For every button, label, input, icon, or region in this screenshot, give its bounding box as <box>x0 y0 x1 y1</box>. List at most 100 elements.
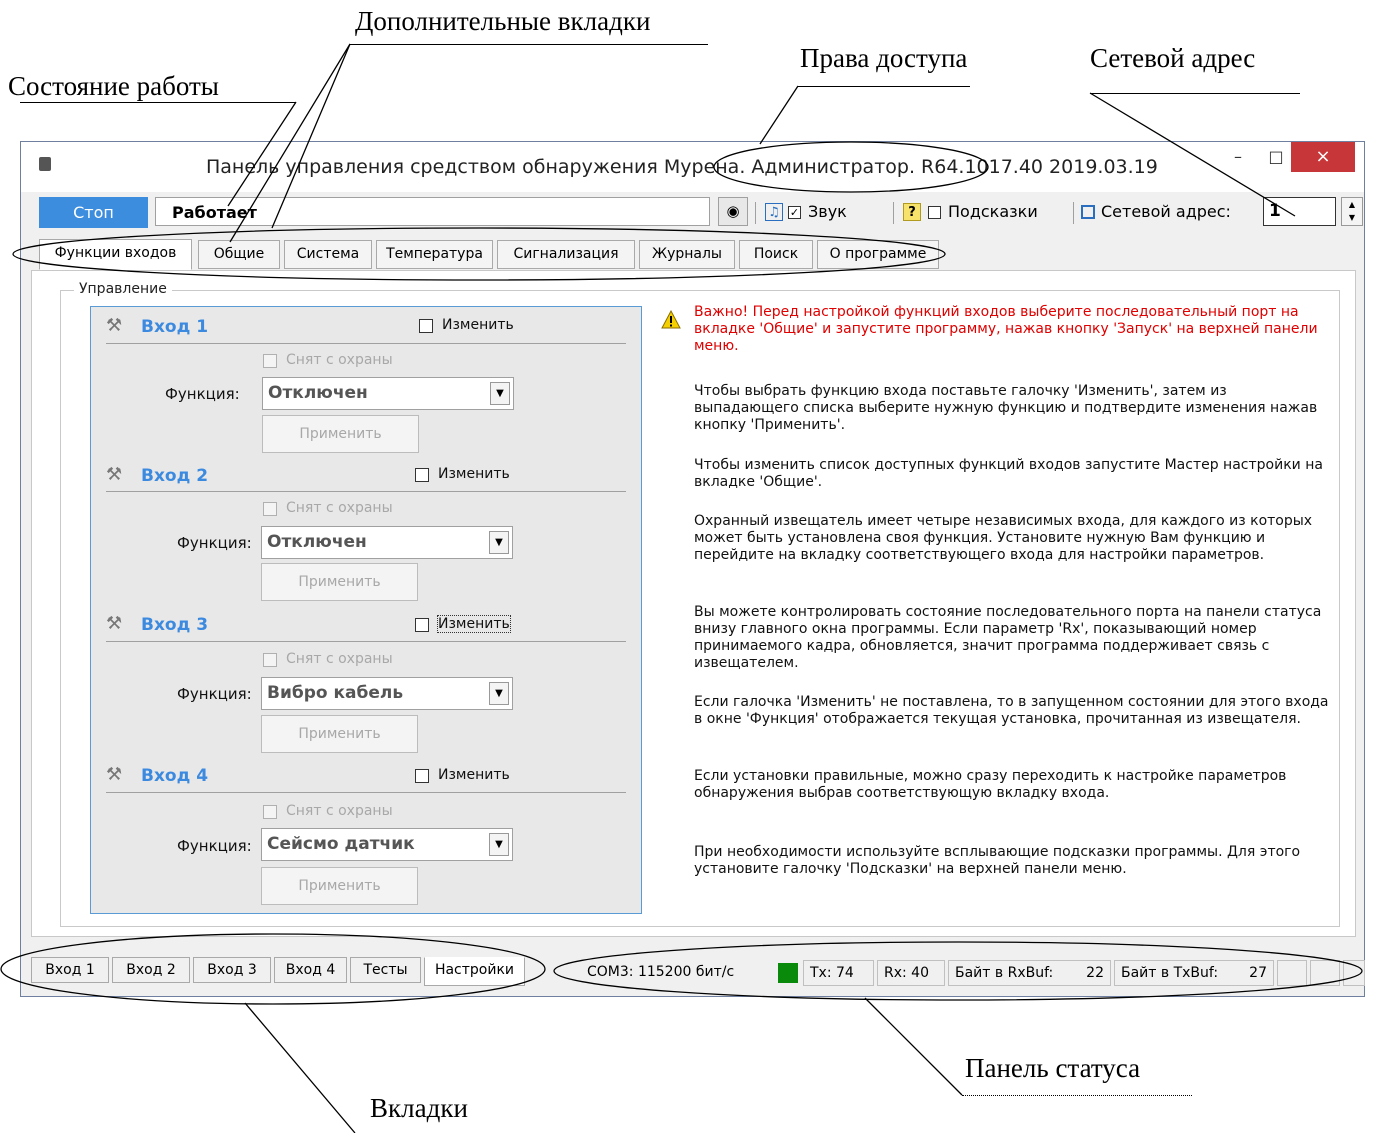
apply-button[interactable]: Применить <box>261 867 418 905</box>
disarmed-label: Снят с охраны <box>286 803 393 819</box>
change-label: Изменить <box>438 767 510 783</box>
help-paragraph: Охранный извещатель имеет четыре независ… <box>694 513 1313 563</box>
toolbar-separator <box>1073 202 1074 224</box>
net-address-input[interactable]: 1 <box>1263 197 1336 226</box>
disarmed-checkbox <box>263 354 277 368</box>
help-paragraph: Вы можете контролировать состояние после… <box>694 604 1322 671</box>
apply-button[interactable]: Применить <box>261 563 418 601</box>
close-button[interactable]: × <box>1291 142 1355 172</box>
annotation-work-state: Состояние работы <box>8 71 219 101</box>
function-select[interactable]: Отключен ▼ <box>262 377 514 410</box>
tab-alarm[interactable]: Сигнализация <box>497 240 635 269</box>
annotation-underline <box>20 102 296 103</box>
divider <box>106 343 626 344</box>
function-select[interactable]: Отключен ▼ <box>261 526 513 559</box>
net-address-spinner[interactable]: ▲ ▼ <box>1341 197 1363 226</box>
change-label: Изменить <box>437 615 511 633</box>
tab-input-3[interactable]: Вход 3 <box>193 957 271 983</box>
input-title: Вход 2 <box>141 466 209 486</box>
tab-input-2[interactable]: Вход 2 <box>112 957 190 983</box>
status-empty-cell <box>1310 960 1340 986</box>
function-select[interactable]: Вибро кабель ▼ <box>261 677 513 710</box>
tab-search[interactable]: Поиск <box>739 240 813 269</box>
tab-tests[interactable]: Тесты <box>350 957 421 983</box>
input-title: Вход 3 <box>141 615 209 635</box>
change-label: Изменить <box>442 317 514 333</box>
annotation-underline <box>350 44 708 45</box>
leader-line <box>759 85 799 145</box>
change-checkbox[interactable] <box>415 468 429 482</box>
apply-button[interactable]: Применить <box>261 715 418 753</box>
input-title: Вход 1 <box>141 317 209 337</box>
txbuf-label: Байт в TxBuf: <box>1121 965 1219 981</box>
warning-icon <box>661 310 681 329</box>
help-paragraph: Если галочка 'Изменить' не поставлена, т… <box>694 694 1329 727</box>
hints-checkbox[interactable] <box>928 206 941 219</box>
tab-input-4[interactable]: Вход 4 <box>274 957 347 983</box>
minimize-button[interactable]: – <box>1228 142 1248 172</box>
chevron-down-icon: ▼ <box>489 682 509 705</box>
apply-button[interactable]: Применить <box>262 415 419 453</box>
tab-input-functions[interactable]: Функции входов <box>39 239 192 270</box>
warning-text: Важно! Перед настройкой функций входов в… <box>694 304 1318 354</box>
tab-settings[interactable]: Настройки <box>424 957 525 986</box>
rxbuf-value: 22 <box>1086 965 1104 981</box>
annotation-tabs: Вкладки <box>370 1093 468 1123</box>
tab-input-1[interactable]: Вход 1 <box>31 957 109 983</box>
tab-general[interactable]: Общие <box>198 240 280 269</box>
tab-system[interactable]: Система <box>284 240 372 269</box>
function-value: Отключен <box>268 383 368 403</box>
app-icon <box>39 157 51 171</box>
network-icon <box>1081 205 1095 219</box>
txbuf-cell: Байт в TxBuf: 27 <box>1114 960 1274 986</box>
net-address-label: Сетевой адрес: <box>1101 202 1231 221</box>
change-checkbox[interactable] <box>419 319 433 333</box>
help-paragraph: Чтобы выбрать функцию входа поставьте га… <box>694 383 1318 433</box>
stop-button[interactable]: Стоп <box>39 197 148 228</box>
input-title: Вход 4 <box>141 766 209 786</box>
port-status: COM3: 115200 бит/с <box>581 960 771 986</box>
toolbar: Стоп Работает ◉ ♫ ✓ Звук ? Подсказки Сет… <box>31 192 1363 232</box>
annotation-underline <box>1090 93 1300 94</box>
leader-line <box>864 997 963 1096</box>
help-paragraph: При необходимости используйте всплывающи… <box>694 844 1301 877</box>
tab-logs[interactable]: Журналы <box>639 240 735 269</box>
tab-temperature[interactable]: Температура <box>376 240 493 269</box>
camera-icon[interactable]: ◉ <box>718 197 748 226</box>
tab-about[interactable]: О программе <box>817 240 939 269</box>
divider <box>106 491 626 492</box>
chevron-down-icon: ▼ <box>490 382 510 405</box>
group-title: Управление <box>74 281 172 297</box>
sound-label: Звук <box>808 202 847 221</box>
annotation-underline <box>962 1095 1192 1096</box>
status-empty-cell <box>1343 960 1365 986</box>
txbuf-value: 27 <box>1249 965 1267 981</box>
connection-led <box>778 963 798 983</box>
help-paragraph: Если установки правильные, можно сразу п… <box>694 768 1287 801</box>
function-value: Сейсмо датчик <box>267 834 415 854</box>
maximize-button[interactable]: □ <box>1261 142 1291 172</box>
sound-checkbox[interactable]: ✓ <box>788 206 801 219</box>
function-label: Функция: <box>165 385 240 403</box>
tab-content: Управление ⚒ Вход 1 Изменить Снят с охра… <box>31 270 1356 937</box>
hammer-icon: ⚒ <box>106 464 123 485</box>
annotation-status-panel: Панель статуса <box>965 1053 1141 1083</box>
disarmed-label: Снят с охраны <box>286 651 393 667</box>
status-empty-cell <box>1277 960 1307 986</box>
toolbar-separator <box>893 202 894 224</box>
app-window: Панель управления средством обнаружения … <box>20 141 1365 997</box>
inputs-panel: ⚒ Вход 1 Изменить Снят с охраны Функция:… <box>90 306 642 914</box>
help-paragraph: Чтобы изменить список доступных функций … <box>694 457 1323 490</box>
hammer-icon: ⚒ <box>106 315 123 336</box>
window-title: Панель управления средством обнаружения … <box>206 156 1158 178</box>
rxbuf-label: Байт в RxBuf: <box>955 965 1054 981</box>
function-select[interactable]: Сейсмо датчик ▼ <box>261 828 513 861</box>
function-value: Отключен <box>267 532 367 552</box>
change-checkbox[interactable] <box>415 618 429 632</box>
chevron-down-icon: ▼ <box>489 833 509 856</box>
hints-label: Подсказки <box>948 202 1038 221</box>
toolbar-separator <box>755 202 756 224</box>
title-bar: Панель управления средством обнаружения … <box>21 142 1364 192</box>
disarmed-label: Снят с охраны <box>286 352 393 368</box>
change-checkbox[interactable] <box>415 769 429 783</box>
